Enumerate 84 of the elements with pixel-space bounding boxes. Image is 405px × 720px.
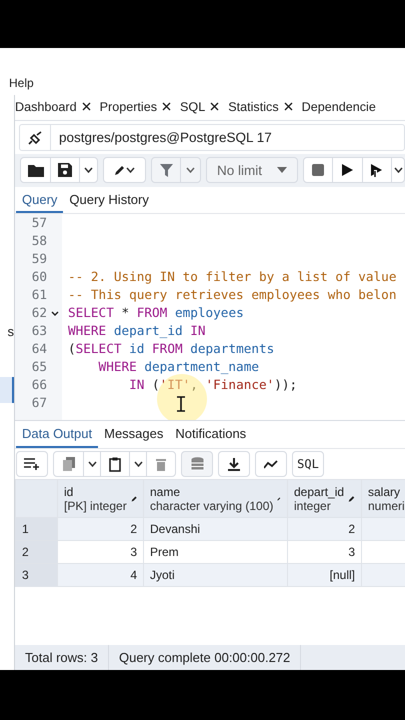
line-number: 65 — [30, 358, 47, 376]
tab[interactable]: Properties — [100, 95, 174, 120]
line-number: 59 — [30, 250, 47, 268]
column-header[interactable]: name character varying (100) — [144, 480, 288, 518]
column-header[interactable]: salary numeri — [362, 480, 405, 518]
play-icon — [342, 164, 353, 176]
tab[interactable]: Query History — [63, 187, 155, 213]
line-graph-icon — [264, 460, 278, 468]
cursor-highlight — [157, 374, 207, 420]
column-type: integer — [294, 498, 332, 512]
close-icon[interactable] — [284, 102, 293, 111]
trash-icon — [156, 458, 166, 470]
caret-icon — [394, 167, 402, 173]
table-cell: 2 — [58, 518, 144, 540]
line-number: 66 — [30, 376, 47, 394]
tab[interactable]: Messages — [98, 421, 170, 448]
line-number: 63 — [30, 322, 47, 340]
text-cursor-icon — [177, 396, 185, 412]
clipboard-icon — [109, 456, 121, 472]
limit-dropdown[interactable]: No limit — [206, 157, 298, 183]
plug-icon — [27, 130, 43, 144]
column-name: name — [150, 484, 182, 498]
tab[interactable]: SQL — [180, 95, 222, 120]
line-number: 60 — [30, 268, 47, 286]
column-name: depart_id — [294, 484, 344, 498]
sidebar-item[interactable]: s — [0, 319, 14, 345]
column-name: id — [64, 484, 74, 498]
tab[interactable]: Notifications — [169, 421, 252, 448]
line-number: 58 — [30, 232, 47, 250]
caret-icon — [84, 167, 93, 173]
line-number: 61 — [30, 286, 47, 304]
tab[interactable]: Dashboard — [15, 95, 93, 120]
code-line: -- This query retrieves employees who belon — [68, 286, 396, 304]
pencil-icon — [130, 494, 137, 504]
connection-bar[interactable]: postgres/postgres@PostgreSQL 17 — [19, 124, 405, 151]
line-number: 64 — [30, 340, 47, 358]
code-line: IN ('IT', 'Finance')); — [128, 376, 298, 394]
row-number[interactable]: 3 — [16, 564, 58, 586]
fold-chevron-icon[interactable] — [50, 310, 58, 316]
filter-icon — [160, 164, 172, 176]
table-cell: 2 — [288, 518, 362, 540]
table-cell: 4 — [58, 564, 144, 586]
tab[interactable]: Dependencie — [302, 95, 378, 120]
pen-caret-icon — [114, 164, 136, 176]
tab[interactable]: Statistics — [228, 95, 295, 120]
folder-icon — [28, 164, 44, 176]
code-line: WHERE department_name — [98, 358, 259, 376]
menu-item[interactable]: Help — [9, 76, 34, 90]
line-number: 62 — [30, 304, 47, 322]
column-header[interactable]: depart_id integer — [288, 480, 362, 518]
column-type: numeri — [368, 498, 405, 512]
copy-icon — [62, 457, 74, 471]
column-type: character varying (100) — [150, 498, 274, 512]
play-cursor-icon — [370, 164, 384, 176]
close-icon[interactable] — [210, 102, 220, 111]
code-line: -- 2. Using IN to filter by a list of value — [68, 268, 396, 286]
column-header[interactable]: id [PK] integer — [58, 480, 144, 518]
row-number[interactable]: 2 — [16, 540, 58, 564]
download-icon — [228, 458, 240, 470]
save-icon — [58, 163, 72, 177]
pencil-icon — [348, 494, 355, 504]
table-cell: Devanshi — [144, 518, 288, 540]
line-number: 67 — [30, 394, 47, 412]
column-type: [PK] integer — [64, 498, 127, 512]
row-number-header — [16, 480, 58, 518]
caret-icon — [277, 167, 287, 173]
caret-icon — [88, 461, 96, 467]
row-number[interactable]: 1 — [16, 518, 58, 540]
sidebar-item[interactable] — [0, 377, 14, 403]
close-icon[interactable] — [82, 102, 91, 111]
table-cell: Jyoti — [144, 564, 288, 586]
code-line: WHERE depart_id IN — [68, 322, 206, 340]
caret-icon — [134, 461, 142, 467]
code-line: (SELECT id FROM departments — [68, 340, 274, 358]
sql-button[interactable]: SQL — [293, 452, 323, 476]
code-line: SELECT * FROM employees — [68, 304, 244, 322]
close-icon[interactable] — [162, 102, 172, 111]
stop-icon — [312, 164, 324, 176]
table-cell: [null] — [288, 564, 362, 586]
database-icon — [190, 457, 204, 471]
caret-icon — [186, 167, 195, 173]
column-name: salary — [368, 484, 402, 498]
line-number: 57 — [30, 214, 47, 232]
add-row-icon — [24, 458, 40, 470]
